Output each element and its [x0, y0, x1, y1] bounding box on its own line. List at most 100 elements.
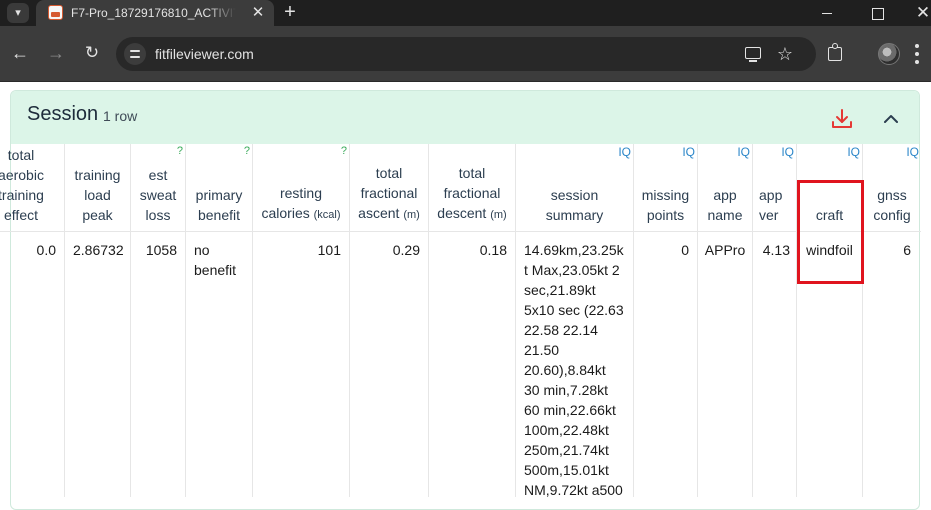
panel-title: Session [27, 103, 99, 125]
table-cell: no benefit [194, 242, 237, 278]
chevron-up-icon[interactable] [879, 107, 903, 131]
session-table: total aerobic training effect 0.0 traini… [0, 144, 931, 498]
back-arrow-icon[interactable]: ← [8, 41, 32, 65]
column-header[interactable]: IQ app name [698, 144, 752, 232]
iq-hint-icon[interactable]: IQ [737, 145, 750, 159]
url-text[interactable]: fitfileviewer.com [155, 46, 254, 62]
iq-hint-icon[interactable]: IQ [682, 145, 695, 159]
help-hint-icon[interactable]: ? [341, 145, 347, 157]
install-app-icon[interactable] [743, 44, 763, 64]
row-count: 1 row [103, 108, 138, 124]
column-total-aerobic-training-effect: total aerobic training effect 0.0 [0, 144, 65, 497]
header-label-line: app [759, 187, 783, 203]
column-header[interactable]: ? primary benefit [186, 144, 252, 232]
header-unit: (m) [403, 209, 420, 221]
column-primary-benefit: ? primary benefit no benefit [186, 144, 253, 497]
header-label-line: descent [437, 205, 487, 221]
column-header[interactable]: IQ gnss config [863, 144, 921, 232]
column-header[interactable]: ? est sweat loss [131, 144, 185, 232]
iq-hint-icon[interactable]: IQ [781, 145, 794, 159]
table-cell: 2.86732 [73, 242, 124, 258]
close-window-icon[interactable]: ✕ [908, 2, 931, 24]
column-header[interactable]: total fractional ascent (m) [350, 144, 428, 232]
header-label-line: gnss [877, 187, 907, 203]
bookmark-star-icon[interactable]: ☆ [775, 44, 795, 64]
header-label-line: est [148, 167, 168, 183]
column-app-name: IQ app name APPro [698, 144, 753, 497]
header-label-line: calories [261, 205, 310, 221]
iq-hint-icon[interactable]: IQ [618, 145, 631, 159]
table-cell: 0.29 [392, 242, 420, 258]
table-cell: 6 [903, 242, 911, 258]
column-header[interactable]: IQ app ver [753, 144, 796, 232]
tab-title: F7-Pro_18729176810_ACTIVITY.fit [71, 6, 236, 22]
iq-hint-icon[interactable]: IQ [906, 145, 919, 159]
column-total-fractional-ascent: total fractional ascent (m) 0.29 [350, 144, 429, 497]
header-label-line: config [873, 207, 911, 223]
profile-avatar[interactable] [878, 43, 900, 65]
header-label-line: loss [145, 207, 171, 223]
header-label-line: training [74, 167, 121, 183]
table-cell: 14.69km,23.25kt Max,23.05kt 2 sec,21.89k… [524, 242, 624, 498]
header-label-line: app [713, 187, 737, 203]
column-training-load-peak: training load peak 2.86732 [65, 144, 131, 497]
column-header[interactable]: total aerobic training effect [0, 144, 64, 232]
minimize-window-icon[interactable] [812, 2, 842, 24]
header-label-line: training [0, 187, 44, 203]
site-info-icon[interactable] [124, 43, 146, 65]
browser-tabstrip: ▾ F7-Pro_18729176810_ACTIVITY.fit ✕ + ✕ [0, 0, 931, 26]
header-label-line: sweat [139, 187, 177, 203]
header-unit: (kcal) [313, 209, 341, 221]
tab-search-icon[interactable]: ▾ [7, 3, 29, 23]
iq-hint-icon[interactable]: IQ [847, 145, 860, 159]
extensions-puzzle-icon[interactable] [826, 43, 846, 63]
header-label-line: summary [545, 207, 604, 223]
browser-menu-icon[interactable] [914, 43, 920, 65]
site-favicon-icon [48, 5, 63, 20]
forward-arrow-icon[interactable]: → [44, 41, 68, 65]
column-total-fractional-descent: total fractional descent (m) 0.18 [429, 144, 516, 497]
session-panel-header[interactable]: Session 1 row [11, 91, 919, 144]
header-label-line: peak [82, 207, 113, 223]
header-label-line: primary [195, 187, 243, 203]
browser-toolbar: ← → ↻ fitfileviewer.com ☆ [0, 26, 931, 82]
column-header[interactable]: IQ missing points [634, 144, 697, 232]
header-label-line: resting [279, 185, 323, 201]
maximize-window-icon[interactable] [862, 2, 892, 24]
header-label-line: name [707, 207, 743, 223]
header-label-line: total [375, 165, 403, 181]
table-cell: 0 [681, 242, 689, 258]
header-label-line: load [84, 187, 111, 203]
help-hint-icon[interactable]: ? [244, 145, 250, 157]
column-est-sweat-loss: ? est sweat loss 1058 [131, 144, 186, 497]
column-app-ver: IQ app ver 4.13 [753, 144, 797, 497]
table-cell: APPro [704, 242, 746, 258]
header-label-line: total [458, 165, 486, 181]
column-header[interactable]: ? resting calories (kcal) [253, 144, 349, 232]
table-cell: 1058 [145, 242, 177, 258]
reload-icon[interactable]: ↻ [80, 41, 104, 65]
header-label-line: ascent [358, 205, 400, 221]
table-cell: 0.0 [36, 242, 56, 258]
column-header[interactable]: IQ session summary [516, 144, 633, 232]
header-label-line: fractional [443, 185, 501, 201]
table-cell: 4.13 [762, 242, 790, 258]
browser-tab[interactable]: F7-Pro_18729176810_ACTIVITY.fit ✕ [36, 0, 274, 26]
header-unit: (m) [490, 209, 507, 221]
new-tab-button[interactable]: + [279, 2, 301, 24]
header-label-line: benefit [197, 207, 241, 223]
table-cell: 101 [317, 242, 341, 258]
column-session-summary: IQ session summary 14.69km,23.25kt Max,2… [516, 144, 634, 498]
help-hint-icon[interactable]: ? [177, 145, 183, 157]
download-icon[interactable] [830, 107, 854, 131]
header-label-line: effect [4, 207, 38, 223]
column-header[interactable]: training load peak [65, 144, 130, 232]
header-label-line: missing [641, 187, 690, 203]
header-label-line: aerobic [0, 167, 44, 183]
column-header[interactable]: total fractional descent (m) [429, 144, 515, 232]
close-tab-icon[interactable]: ✕ [248, 3, 268, 23]
header-label-line: fractional [360, 185, 418, 201]
address-bar[interactable]: fitfileviewer.com ☆ [116, 37, 816, 71]
header-label-line: total [7, 147, 35, 163]
column-missing-points: IQ missing points 0 [634, 144, 698, 497]
